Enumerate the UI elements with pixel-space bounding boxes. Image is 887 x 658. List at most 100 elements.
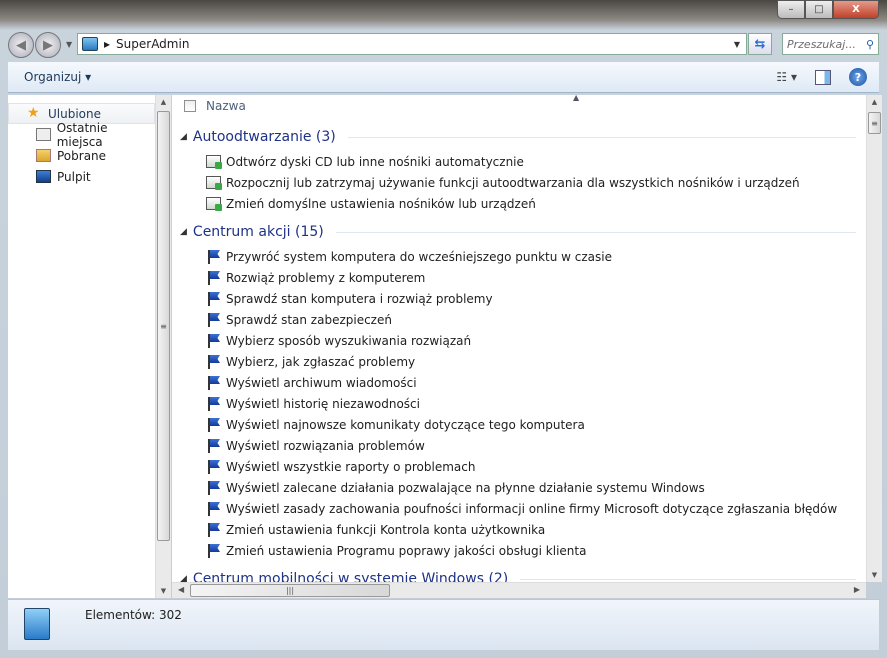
list-item[interactable]: Wyświetl najnowsze komunikaty dotyczące … <box>206 414 585 435</box>
address-bar[interactable]: ▸ SuperAdmin ▼ <box>77 33 747 55</box>
action-center-flag-icon <box>206 543 221 558</box>
action-center-flag-icon <box>206 312 221 327</box>
list-item-label: Zmień ustawienia Programu poprawy jakośc… <box>226 543 587 558</box>
list-item[interactable]: Rozwiąż problemy z komputerem <box>206 267 425 288</box>
navigation-buttons: ◀ ▶ <box>8 32 61 58</box>
group-divider <box>520 578 856 580</box>
maximize-button[interactable]: □ <box>805 0 833 19</box>
search-input[interactable]: Przeszukaj... ⚲ <box>782 33 879 55</box>
list-item-label: Przywróć system komputera do wcześniejsz… <box>226 249 612 264</box>
search-icon[interactable]: ⚲ <box>866 38 874 51</box>
scroll-thumb[interactable]: ||| <box>190 584 390 597</box>
control-panel-icon <box>24 608 50 640</box>
list-item-label: Sprawdź stan komputera i rozwiąż problem… <box>226 291 493 306</box>
list-item-label: Rozwiąż problemy z komputerem <box>226 270 426 285</box>
recent-pages-dropdown[interactable]: ▼ <box>66 40 72 49</box>
desktop-icon <box>36 170 51 183</box>
list-item[interactable]: Wyświetl wszystkie raporty o problemach <box>206 456 475 477</box>
group-title: Centrum mobilności w systemie Windows (2… <box>192 571 509 582</box>
action-center-flag-icon <box>206 417 221 432</box>
minimize-button[interactable]: – <box>777 0 805 19</box>
sidebar-item-recent-places[interactable]: Ostatnie miejsca <box>8 121 155 149</box>
list-item-label: Zmień ustawienia funkcji Kontrola konta … <box>226 522 546 537</box>
list-item-label: Wybierz sposób wyszukiwania rozwiązań <box>226 333 472 348</box>
help-icon[interactable]: ? <box>849 68 867 86</box>
list-item[interactable]: Zmień ustawienia funkcji Kontrola konta … <box>206 519 545 540</box>
list-item[interactable]: Przywróć system komputera do wcześniejsz… <box>206 246 612 267</box>
autoplay-icon <box>206 197 222 211</box>
content-scrollbar[interactable]: ▲ ≡ ▼ <box>866 95 882 582</box>
sidebar-item-desktop[interactable]: Pulpit <box>8 166 155 187</box>
scroll-thumb[interactable]: ≡ <box>157 111 170 541</box>
list-item[interactable]: Wyświetl archiwum wiadomości <box>206 372 417 393</box>
forward-button[interactable]: ▶ <box>35 32 61 58</box>
column-header[interactable]: Nazwa ▲ <box>172 95 866 117</box>
list-item[interactable]: Wyświetl historię niezawodności <box>206 393 420 414</box>
content-pane: Nazwa ▲ ◢ Autoodtwarzanie (3) Odtwórz dysk… <box>172 95 866 582</box>
list-item[interactable]: Wyświetl zalecane działania pozwalające … <box>206 477 705 498</box>
action-center-flag-icon <box>206 375 221 390</box>
list-item-label: Wyświetl historię niezawodności <box>226 396 420 411</box>
breadcrumb-superadmin[interactable]: SuperAdmin <box>116 37 189 51</box>
refresh-button[interactable]: ⇆ <box>748 33 772 55</box>
list-item[interactable]: Zmień domyślne ustawienia nośników lub u… <box>206 193 536 214</box>
action-center-flag-icon <box>206 522 221 537</box>
change-view-button[interactable]: ☷ ▾ <box>776 70 797 84</box>
group-header[interactable]: ◢ Centrum mobilności w systemie Windows (… <box>180 569 856 582</box>
group-title: Centrum akcji (15) <box>192 224 324 240</box>
search-placeholder: Przeszukaj... <box>787 37 856 51</box>
action-center-flag-icon <box>206 501 221 516</box>
list-item-label: Odtwórz dyski CD lub inne nośniki automa… <box>226 154 524 169</box>
list-item-label: Wyświetl archiwum wiadomości <box>226 375 417 390</box>
scroll-down-arrow[interactable]: ▼ <box>867 571 882 579</box>
autoplay-icon <box>206 176 222 190</box>
back-button[interactable]: ◀ <box>8 32 34 58</box>
horizontal-scrollbar[interactable]: ◀ ||| ▶ <box>172 582 866 598</box>
action-center-flag-icon <box>206 249 221 264</box>
scroll-up-arrow[interactable]: ▲ <box>867 98 882 106</box>
action-center-flag-icon <box>206 354 221 369</box>
organize-button[interactable]: Organizuj ▾ <box>24 70 91 84</box>
close-button[interactable]: X <box>833 0 879 19</box>
group-divider <box>335 231 856 233</box>
action-center-flag-icon <box>206 291 221 306</box>
control-panel-icon <box>82 37 98 51</box>
column-name[interactable]: Nazwa <box>206 99 246 113</box>
scroll-right-arrow[interactable]: ▶ <box>854 585 860 594</box>
breadcrumb-separator[interactable]: ▸ <box>104 37 110 51</box>
scroll-left-arrow[interactable]: ◀ <box>178 585 184 594</box>
collapse-arrow-icon[interactable]: ◢ <box>180 574 187 582</box>
caption-buttons: – □ X <box>777 0 879 19</box>
list-item[interactable]: Sprawdź stan zabezpieczeń <box>206 309 392 330</box>
collapse-arrow-icon[interactable]: ◢ <box>180 227 187 237</box>
list-item[interactable]: Rozpocznij lub zatrzymaj używanie funkcj… <box>206 172 800 193</box>
list-item-label: Wyświetl zalecane działania pozwalające … <box>226 480 705 495</box>
toolbar: Organizuj ▾ ☷ ▾ ? <box>8 62 879 93</box>
list-item[interactable]: Sprawdź stan komputera i rozwiąż problem… <box>206 288 493 309</box>
select-all-checkbox[interactable] <box>184 100 196 112</box>
group-header[interactable]: ◢ Centrum akcji (15) <box>180 222 856 242</box>
autoplay-icon <box>206 155 222 169</box>
preview-pane-icon[interactable] <box>815 69 831 85</box>
sidebar-item-label: Pulpit <box>57 169 91 184</box>
item-count: Elementów: 302 <box>85 608 182 622</box>
star-icon: ★ <box>27 105 40 121</box>
list-item-label: Wybierz, jak zgłaszać problemy <box>226 354 416 369</box>
scroll-thumb[interactable]: ≡ <box>868 112 881 134</box>
recent-places-icon <box>36 128 51 141</box>
sort-arrow-icon: ▲ <box>573 95 580 102</box>
list-item-label: Wyświetl wszystkie raporty o problemach <box>226 459 476 474</box>
collapse-arrow-icon[interactable]: ◢ <box>180 132 187 142</box>
list-item-label: Wyświetl najnowsze komunikaty dotyczące … <box>226 417 585 432</box>
list-item[interactable]: Zmień ustawienia Programu poprawy jakośc… <box>206 540 586 561</box>
sidebar-scrollbar[interactable]: ▲ ≡ ▼ <box>155 95 171 598</box>
scroll-down-arrow[interactable]: ▼ <box>156 587 171 595</box>
list-item[interactable]: Wybierz, jak zgłaszać problemy <box>206 351 415 372</box>
list-item[interactable]: Wyświetl rozwiązania problemów <box>206 435 425 456</box>
group-header[interactable]: ◢ Autoodtwarzanie (3) <box>180 127 856 147</box>
list-item[interactable]: Odtwórz dyski CD lub inne nośniki automa… <box>206 151 524 172</box>
list-item[interactable]: Wybierz sposób wyszukiwania rozwiązań <box>206 330 471 351</box>
scroll-up-arrow[interactable]: ▲ <box>156 98 171 106</box>
address-dropdown-icon[interactable]: ▼ <box>734 40 740 49</box>
list-item[interactable]: Wyświetl zasady zachowania poufności inf… <box>206 498 837 519</box>
